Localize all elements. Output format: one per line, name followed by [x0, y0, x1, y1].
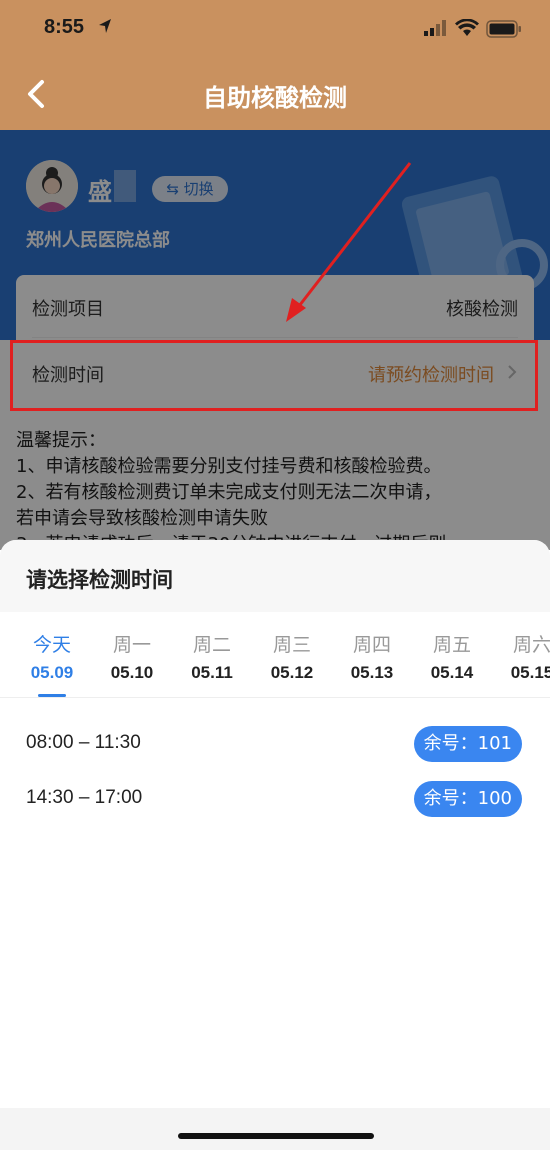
home-indicator[interactable]	[178, 1133, 374, 1139]
date-tab-date: 05.14	[430, 663, 474, 682]
time-slot[interactable]: 14:30 – 17:00 余号：100	[0, 771, 550, 825]
date-tab-date: 05.15	[510, 663, 550, 682]
date-tab-weekday: 周六	[512, 634, 550, 656]
time-picker-sheet: 请选择检测时间 今天 05.09 周一 05.10 周二 05.11 周三 05…	[0, 540, 550, 1150]
status-bar: 8:55	[0, 0, 550, 58]
date-tab-weekday: 周一	[112, 634, 151, 656]
time-slot-range: 14:30 – 17:00	[26, 787, 143, 808]
remaining-badge[interactable]: 余号：100	[413, 781, 522, 817]
status-time: 8:55	[44, 16, 85, 38]
date-tab-weekday: 周五	[432, 634, 471, 656]
annotation-highlight-box	[10, 340, 538, 411]
date-tab-date: 05.11	[191, 663, 233, 682]
home-indicator-area	[0, 1108, 550, 1150]
time-slot-range: 08:00 – 11:30	[26, 732, 141, 753]
active-tab-indicator	[38, 694, 66, 697]
date-tab-weekday: 周三	[272, 634, 311, 656]
wifi-icon	[455, 19, 479, 36]
date-tab-date: 05.10	[110, 663, 154, 682]
nav-header: 自助核酸检测	[0, 58, 550, 130]
date-tabs: 今天 05.09 周一 05.10 周二 05.11 周三 05.12 周四 0…	[0, 612, 550, 698]
date-tab[interactable]: 周一 05.10	[97, 630, 167, 683]
battery-icon	[486, 20, 521, 38]
page-title: 自助核酸检测	[203, 84, 347, 112]
time-slot[interactable]: 08:00 – 11:30 余号：101	[0, 716, 550, 770]
date-tab[interactable]: 周三 05.12	[257, 630, 327, 683]
date-tab-weekday: 今天	[32, 634, 71, 656]
date-tab[interactable]: 周五 05.14	[417, 630, 487, 683]
location-arrow-icon	[99, 19, 111, 33]
date-tab[interactable]: 周四 05.13	[337, 630, 407, 683]
sheet-title: 请选择检测时间	[26, 568, 173, 592]
date-tab-weekday: 周二	[192, 634, 231, 656]
date-tab-date: 05.13	[350, 663, 394, 682]
remaining-badge[interactable]: 余号：101	[413, 726, 522, 762]
date-tab-date: 05.12	[270, 663, 314, 682]
sheet-header: 请选择检测时间	[0, 540, 550, 612]
date-tab-date: 05.09	[30, 663, 74, 682]
date-tab-weekday: 周四	[352, 634, 391, 656]
date-tab[interactable]: 周六 05.15	[497, 630, 550, 683]
cellular-signal-icon	[424, 20, 446, 36]
date-tab[interactable]: 今天 05.09	[17, 630, 87, 683]
top-bar: 8:55 自助核酸检测	[0, 0, 550, 130]
date-tab[interactable]: 周二 05.11	[177, 630, 247, 683]
